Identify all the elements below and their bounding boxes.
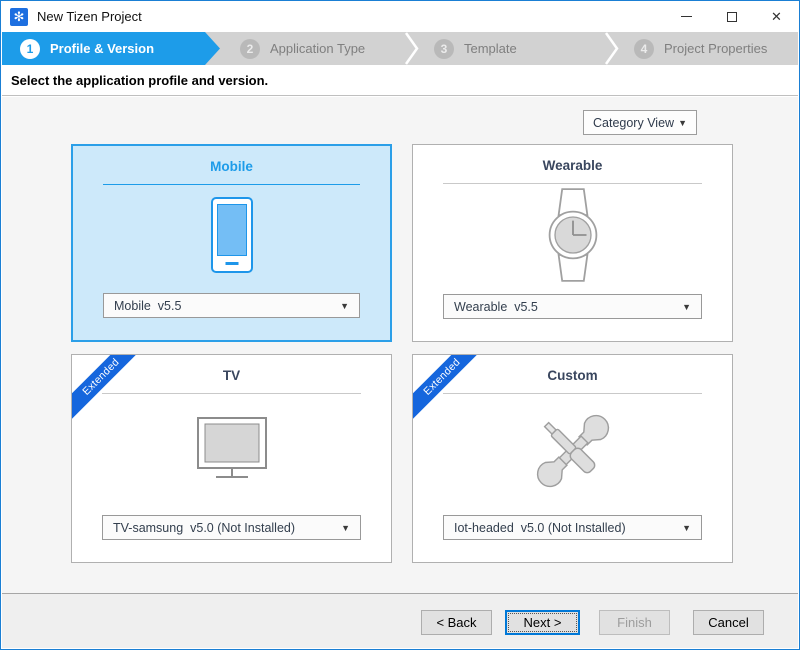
step-number-badge: 3 [434, 39, 454, 59]
card-title: Wearable [413, 158, 732, 173]
mobile-version-dropdown[interactable]: Mobile v5.5 ▼ [103, 293, 360, 318]
wearable-version-value: Wearable v5.5 [454, 300, 538, 314]
wizard-steps: 1 Profile & Version 2 Application Type 3… [2, 32, 798, 65]
card-title: TV [72, 368, 391, 383]
chevron-down-icon: ▼ [682, 523, 691, 533]
chevron-down-icon: ▼ [678, 118, 687, 128]
custom-version-value: Iot-headed v5.0 (Not Installed) [454, 521, 626, 535]
profile-card-wearable[interactable]: Wearable Wearable v5.5 ▼ [412, 144, 733, 342]
watch-icon [413, 187, 732, 283]
minimize-button[interactable] [664, 1, 709, 32]
tv-icon [72, 397, 391, 504]
profile-card-mobile[interactable]: Mobile Mobile v5.5 ▼ [71, 144, 392, 342]
step-project-properties: 4 Project Properties [618, 32, 800, 65]
step-profile-version: 1 Profile & Version [2, 32, 220, 65]
title-divider [103, 184, 360, 185]
tizen-logo-icon: ✻ [10, 8, 28, 26]
next-button[interactable]: Next > [505, 610, 580, 635]
step-separator-chevron [604, 32, 620, 65]
tv-version-value: TV-samsung v5.0 (Not Installed) [113, 521, 295, 535]
new-tizen-project-dialog: ✻ New Tizen Project ✕ 1 Profile & Versio… [0, 0, 800, 650]
back-button[interactable]: < Back [421, 610, 492, 635]
page-subtitle: Select the application profile and versi… [2, 73, 268, 88]
wearable-version-dropdown[interactable]: Wearable v5.5 ▼ [443, 294, 702, 319]
step-label: Application Type [270, 41, 365, 56]
step-label: Template [464, 41, 517, 56]
window-controls: ✕ [664, 1, 799, 32]
maximize-icon [727, 12, 737, 22]
step-label: Profile & Version [50, 41, 154, 56]
window-title: New Tizen Project [37, 9, 142, 24]
step-application-type: 2 Application Type [224, 32, 402, 65]
profile-card-custom[interactable]: Extended Custom [412, 354, 733, 563]
finish-button: Finish [599, 610, 670, 635]
card-title: Mobile [73, 159, 390, 174]
mobile-version-value: Mobile v5.5 [114, 299, 181, 313]
step-number-badge: 2 [240, 39, 260, 59]
chevron-down-icon: ▼ [340, 301, 349, 311]
step-number-badge: 4 [634, 39, 654, 59]
titlebar: ✻ New Tizen Project ✕ [1, 1, 799, 32]
custom-version-dropdown[interactable]: Iot-headed v5.0 (Not Installed) ▼ [443, 515, 702, 540]
chevron-down-icon: ▼ [682, 302, 691, 312]
phone-icon [73, 188, 390, 282]
cancel-button[interactable]: Cancel [693, 610, 764, 635]
tv-version-dropdown[interactable]: TV-samsung v5.0 (Not Installed) ▼ [102, 515, 361, 540]
subtitle-bar: Select the application profile and versi… [2, 65, 798, 96]
maximize-button[interactable] [709, 1, 754, 32]
profile-card-tv[interactable]: Extended TV TV-samsung v5.0 (Not Install… [71, 354, 392, 563]
step-template: 3 Template [418, 32, 598, 65]
minimize-icon [681, 16, 692, 17]
step-label: Project Properties [664, 41, 767, 56]
category-view-label: Category View [593, 116, 674, 130]
title-divider [443, 393, 702, 394]
title-divider [102, 393, 361, 394]
step-number-badge: 1 [20, 39, 40, 59]
wizard-button-bar: < Back Next > Finish Cancel [2, 593, 798, 648]
next-button-label: Next > [524, 615, 562, 630]
title-divider [443, 183, 702, 184]
card-title: Custom [413, 368, 732, 383]
tools-icon [413, 397, 732, 504]
close-button[interactable]: ✕ [754, 1, 799, 32]
close-icon: ✕ [771, 10, 782, 23]
profile-selection-area: Category View ▼ Mobile Mobile v5.5 ▼ Wea… [2, 97, 798, 593]
category-view-dropdown[interactable]: Category View ▼ [583, 110, 697, 135]
chevron-down-icon: ▼ [341, 523, 350, 533]
step-separator-chevron [404, 32, 420, 65]
